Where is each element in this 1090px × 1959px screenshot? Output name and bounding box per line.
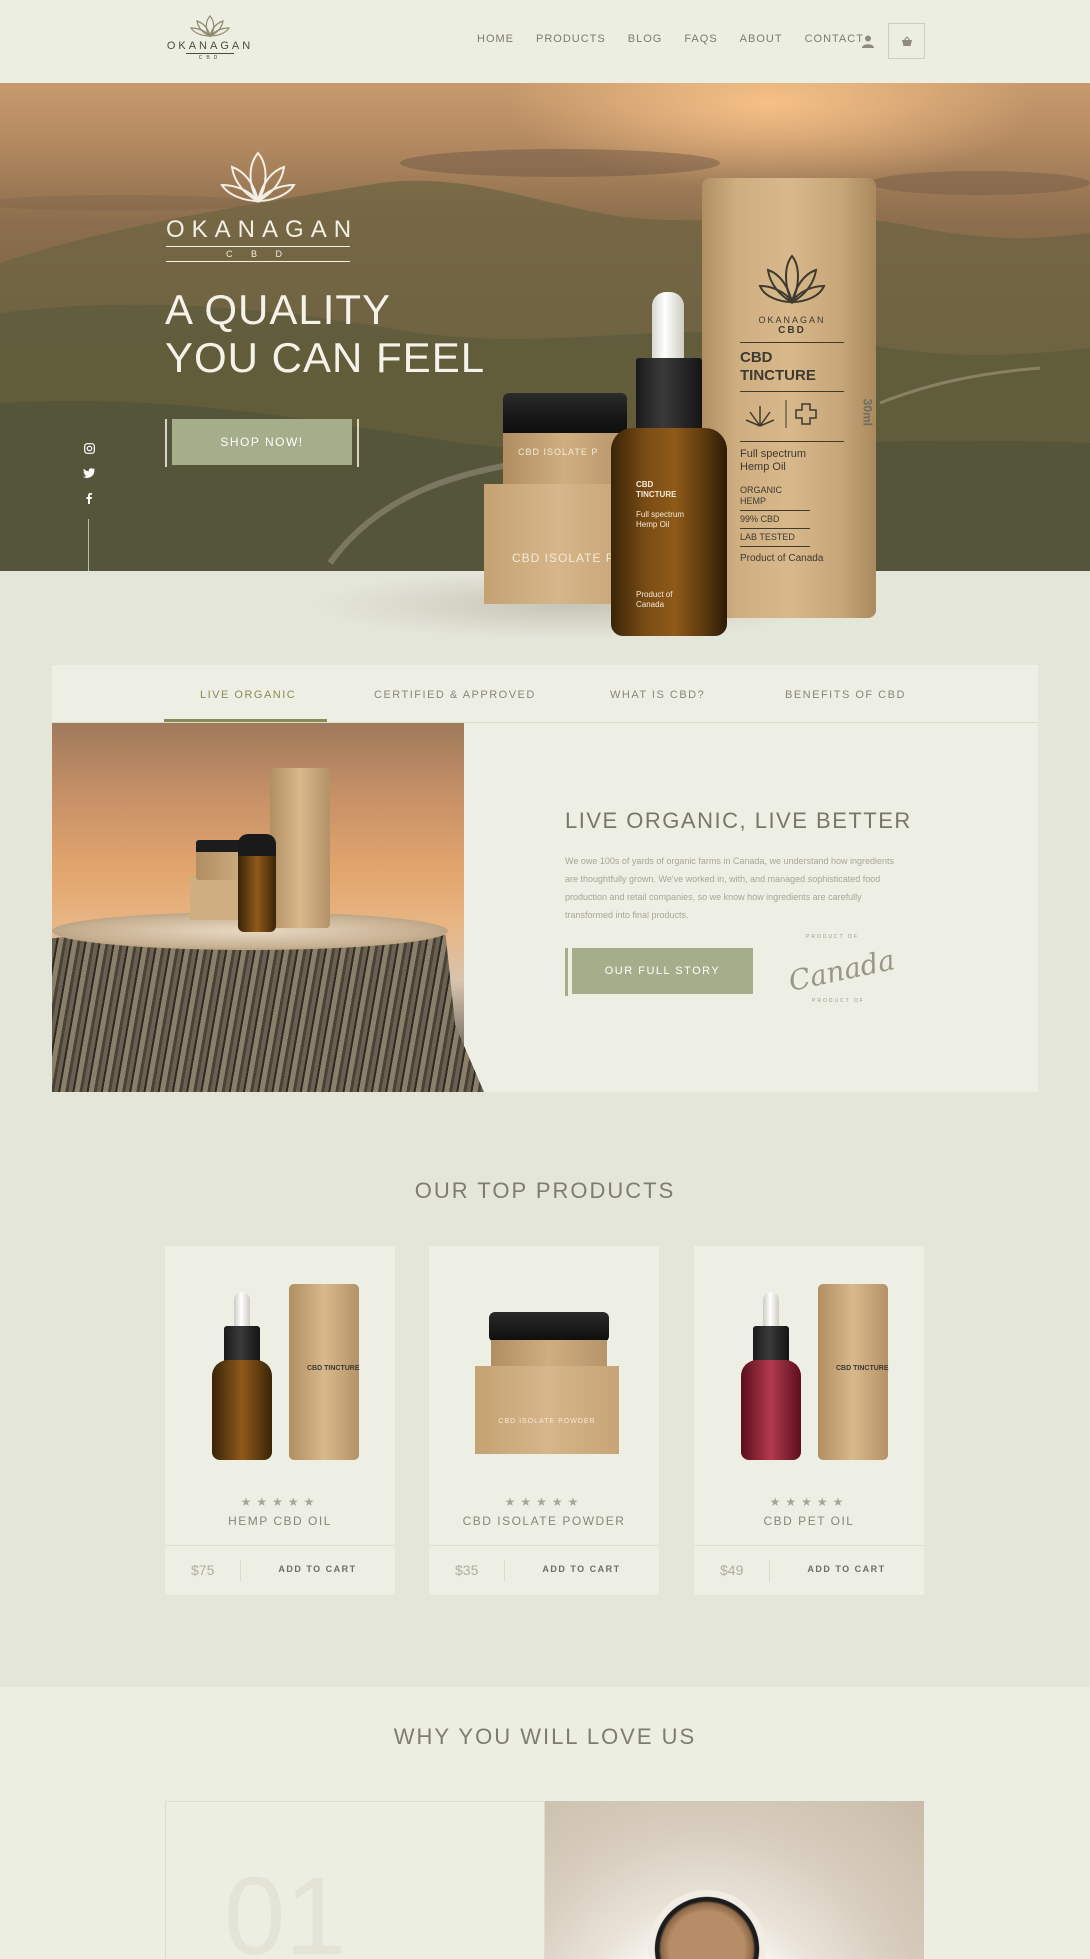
product-of-canada-badge: PRODUCT OF Canada PRODUCT OF — [782, 930, 898, 1012]
tube-lotus-icon — [758, 254, 826, 305]
tab-benefits-of-cbd[interactable]: BENEFITS OF CBD — [785, 689, 906, 701]
product-card-footer: $35 ADD TO CART — [429, 1545, 659, 1595]
shop-now-button[interactable]: SHOP NOW! — [172, 419, 352, 465]
product-name[interactable]: CBD ISOLATE POWDER — [429, 1514, 659, 1528]
hero-title-line-1: A QUALITY — [165, 286, 392, 333]
basket-icon — [901, 35, 912, 46]
social-divider — [88, 519, 89, 571]
facebook-icon[interactable] — [82, 491, 96, 505]
product-card-footer: $75 ADD TO CART — [165, 1545, 395, 1595]
header-logo[interactable]: OKANAGAN CBD — [165, 14, 255, 66]
tube-volume: 30ml — [860, 398, 874, 426]
tube-brand: OKANAGAN — [758, 315, 826, 325]
full-story-button[interactable]: OUR FULL STORY — [572, 948, 753, 994]
tab-heading: LIVE ORGANIC, LIVE BETTER — [565, 808, 912, 833]
product-card[interactable]: CBD TINCTURE ★★★★★ HEMP CBD OIL $75 ADD … — [165, 1246, 395, 1595]
add-to-cart-button[interactable]: ADD TO CART — [769, 1564, 924, 1574]
twitter-icon[interactable] — [82, 466, 96, 480]
logo-wordmark: OKANAGAN — [166, 40, 254, 52]
bottle-title-1: CBD — [636, 480, 654, 489]
tab-body-text: We owe 100s of yards of organic farms in… — [565, 856, 895, 920]
dropper-cap — [636, 358, 702, 430]
product-name[interactable]: HEMP CBD OIL — [165, 1514, 395, 1528]
nav-faqs[interactable]: FAQS — [684, 33, 717, 45]
hero-lotus-icon — [220, 151, 296, 203]
hemp-cbd-oil-image: CBD TINCTURE — [165, 1246, 395, 1476]
tube-brand-sub: CBD — [778, 325, 806, 336]
bottle-origin: Product of Canada — [636, 590, 673, 609]
tube-title-1: CBD — [740, 349, 773, 366]
jar-label: CBD ISOLATE P — [518, 447, 599, 457]
tube-tag-organic: ORGANIC HEMP — [740, 482, 810, 511]
hero-title-line-2: YOU CAN FEEL — [165, 334, 486, 381]
product-name[interactable]: CBD PET OIL — [694, 1514, 924, 1528]
product-rating-stars: ★★★★★ — [504, 1495, 584, 1509]
product-rating-stars: ★★★★★ — [240, 1495, 320, 1509]
product-card[interactable]: CBD TINCTURE ★★★★★ CBD PET OIL $49 ADD T… — [694, 1246, 924, 1595]
tube-tag-cbd: 99% CBD — [740, 511, 810, 529]
why-feature-number: 01 — [224, 1855, 347, 1959]
badge-bottom-text: PRODUCT OF — [812, 998, 865, 1004]
cbd-pet-oil-image: CBD TINCTURE — [694, 1246, 924, 1476]
bottle-label: CBD TINCTURE Full spectrum Hemp Oil Prod… — [636, 480, 708, 630]
product-card[interactable]: CBD ISOLATE POWDER ★★★★★ CBD ISOLATE POW… — [429, 1246, 659, 1595]
nav-contact[interactable]: CONTACT — [805, 33, 864, 45]
tube-desc-2: Hemp Oil — [740, 461, 786, 473]
site-header: OKANAGAN CBD HOME PRODUCTS BLOG FAQS ABO… — [0, 0, 1090, 83]
tube-tag-lab: LAB TESTED — [740, 529, 810, 547]
nav-home[interactable]: HOME — [477, 33, 514, 45]
product-price: $35 — [455, 1562, 479, 1578]
lotus-logo-icon — [189, 15, 231, 37]
tube-title-2: TINCTURE — [740, 367, 816, 384]
why-feature-card — [165, 1801, 545, 1959]
product-card-footer: $49 ADD TO CART — [694, 1545, 924, 1595]
tube-hemp-cross-icon — [745, 400, 817, 428]
dropper-bulb — [652, 292, 684, 364]
instagram-icon[interactable] — [82, 441, 96, 455]
product-price: $75 — [191, 1562, 215, 1578]
top-products-title: OUR TOP PRODUCTS — [414, 1178, 676, 1203]
add-to-cart-button[interactable]: ADD TO CART — [240, 1564, 395, 1574]
nav-about[interactable]: ABOUT — [740, 33, 783, 45]
nav-products[interactable]: PRODUCTS — [536, 33, 606, 45]
tincture-tube-image: OKANAGAN CBD CBD TINCTURE Full spectrum … — [702, 178, 876, 618]
badge-top-text: PRODUCT OF — [806, 934, 859, 940]
bottle-desc: Full spectrum Hemp Oil — [636, 510, 685, 529]
hero-logo: OKANAGAN C B D — [166, 149, 359, 262]
tab-live-organic[interactable]: LIVE ORGANIC — [200, 689, 296, 701]
add-to-cart-button[interactable]: ADD TO CART — [504, 1564, 659, 1574]
active-tab-indicator — [164, 719, 327, 722]
main-nav: HOME PRODUCTS BLOG FAQS ABOUT CONTACT — [477, 33, 886, 45]
cart-button[interactable] — [888, 23, 925, 59]
tube-desc-1: Full spectrum — [740, 448, 807, 460]
mini-tube-image — [270, 768, 330, 928]
tab-certified-approved[interactable]: CERTIFIED & APPROVED — [374, 689, 536, 701]
isolate-box-image — [484, 484, 630, 604]
hero-title: A QUALITY YOU CAN FEEL — [165, 286, 485, 382]
cbd-isolate-powder-image: CBD ISOLATE POWDER — [429, 1246, 659, 1476]
tab-what-is-cbd[interactable]: WHAT IS CBD? — [610, 689, 705, 701]
card-tube-label: CBD TINCTURE — [836, 1365, 889, 1372]
box-label: CBD ISOLATE P — [512, 551, 615, 565]
logo-subtext: CBD — [186, 53, 234, 61]
user-icon[interactable] — [861, 34, 875, 48]
product-rating-stars: ★★★★★ — [769, 1495, 849, 1509]
card-tube-label: CBD TINCTURE — [307, 1365, 360, 1372]
tube-origin: Product of Canada — [740, 553, 824, 564]
why-title: WHY YOU WILL LOVE US — [393, 1724, 697, 1749]
hero-logo-wordmark: OKANAGAN — [166, 216, 359, 243]
mini-bottle-image — [238, 834, 276, 932]
card-box-label: CBD ISOLATE POWDER — [498, 1418, 596, 1425]
hero-logo-subtext: C B D — [166, 246, 350, 262]
isolate-jar-image — [503, 433, 627, 487]
bottle-title-2: TINCTURE — [636, 490, 677, 499]
product-price: $49 — [720, 1562, 744, 1578]
nav-blog[interactable]: BLOG — [628, 33, 663, 45]
